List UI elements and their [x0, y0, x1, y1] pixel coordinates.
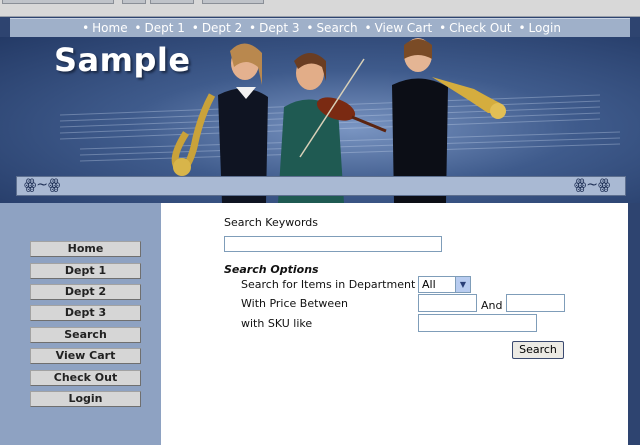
page-edge [628, 203, 640, 445]
sku-label: with SKU like [241, 317, 313, 330]
top-nav-login[interactable]: Login [529, 21, 561, 35]
nav-separator: • [82, 21, 90, 35]
nav-separator: • [306, 21, 314, 35]
nav-separator: • [364, 21, 372, 35]
browser-tab[interactable] [122, 0, 146, 4]
browser-tab[interactable] [202, 0, 264, 4]
sidebar-item-check-out[interactable]: Check Out [30, 370, 141, 386]
search-keywords-label: Search Keywords [224, 216, 318, 229]
price-to-input[interactable] [506, 294, 565, 312]
flourish-icon: ꙮ~ꙮ [24, 177, 61, 193]
flourish-icon: ꙮ~ꙮ [574, 177, 611, 193]
department-label: Search for Items in Department [241, 278, 416, 291]
site-logo[interactable]: Sample [54, 41, 191, 79]
nav-separator: • [249, 21, 257, 35]
sidebar-item-dept-2[interactable]: Dept 2 [30, 284, 141, 300]
header-banner: Sample ꙮ~ꙮ ꙮ~ꙮ [0, 37, 640, 203]
nav-separator: • [439, 21, 447, 35]
search-keywords-input[interactable] [224, 236, 442, 252]
nav-separator: • [134, 21, 142, 35]
sku-input[interactable] [418, 314, 537, 332]
sidebar: Home Dept 1 Dept 2 Dept 3 Search View Ca… [0, 203, 161, 445]
price-from-input[interactable] [418, 294, 477, 312]
chevron-down-icon[interactable]: ▼ [455, 277, 470, 292]
top-nav-dept-2[interactable]: Dept 2 [202, 21, 242, 35]
search-button[interactable]: Search [512, 341, 564, 359]
browser-tab[interactable] [2, 0, 114, 4]
search-form-panel: Search Keywords Search Options Search fo… [161, 203, 628, 445]
sidebar-item-dept-3[interactable]: Dept 3 [30, 305, 141, 321]
top-nav-dept-3[interactable]: Dept 3 [259, 21, 299, 35]
price-and-label: And [481, 299, 503, 312]
sidebar-item-dept-1[interactable]: Dept 1 [30, 263, 141, 279]
nav-separator: • [518, 21, 526, 35]
department-select-value: All [422, 278, 436, 291]
sidebar-item-view-cart[interactable]: View Cart [30, 348, 141, 364]
top-nav-search[interactable]: Search [316, 21, 357, 35]
search-options-heading: Search Options [224, 263, 319, 276]
browser-tab[interactable] [150, 0, 194, 4]
price-between-label: With Price Between [241, 297, 348, 310]
top-nav-view-cart[interactable]: View Cart [375, 21, 433, 35]
top-nav-bar: • Home • Dept 1 • Dept 2 • Dept 3 • Search • V… [10, 18, 630, 38]
department-select[interactable]: All ▼ [418, 276, 471, 293]
nav-separator: • [191, 21, 199, 35]
sidebar-item-home[interactable]: Home [30, 241, 141, 257]
sidebar-item-login[interactable]: Login [30, 391, 141, 407]
top-nav-dept-1[interactable]: Dept 1 [145, 21, 185, 35]
sidebar-item-search[interactable]: Search [30, 327, 141, 343]
top-nav-home[interactable]: Home [92, 21, 127, 35]
browser-toolbar-strip [0, 0, 640, 17]
top-nav-check-out[interactable]: Check Out [449, 21, 511, 35]
banner-decorative-bar [16, 176, 626, 196]
